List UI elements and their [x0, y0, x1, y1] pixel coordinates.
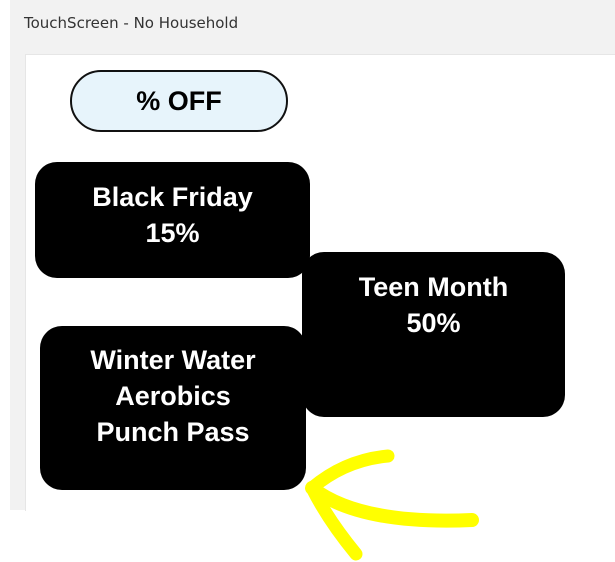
tile-label-line: Black Friday: [92, 182, 253, 212]
arrow-annotation-icon: [305, 449, 479, 561]
discount-tile-black-friday[interactable]: Black Friday 15%: [35, 162, 310, 278]
tile-label-line: Punch Pass: [96, 417, 250, 447]
tile-label-line: Aerobics: [115, 381, 231, 411]
percent-off-button[interactable]: % OFF: [70, 70, 288, 132]
tile-label-line: 50%: [406, 308, 461, 338]
discount-tile-winter-water-aerobics[interactable]: Winter Water Aerobics Punch Pass: [40, 326, 306, 490]
tile-label-line: Teen Month: [358, 272, 509, 302]
window-title: TouchScreen - No Household: [24, 14, 239, 32]
tile-label-line: Winter Water: [90, 345, 256, 375]
tile-label-line: 15%: [145, 218, 200, 248]
discount-tile-teen-month[interactable]: Teen Month 50%: [302, 252, 565, 417]
